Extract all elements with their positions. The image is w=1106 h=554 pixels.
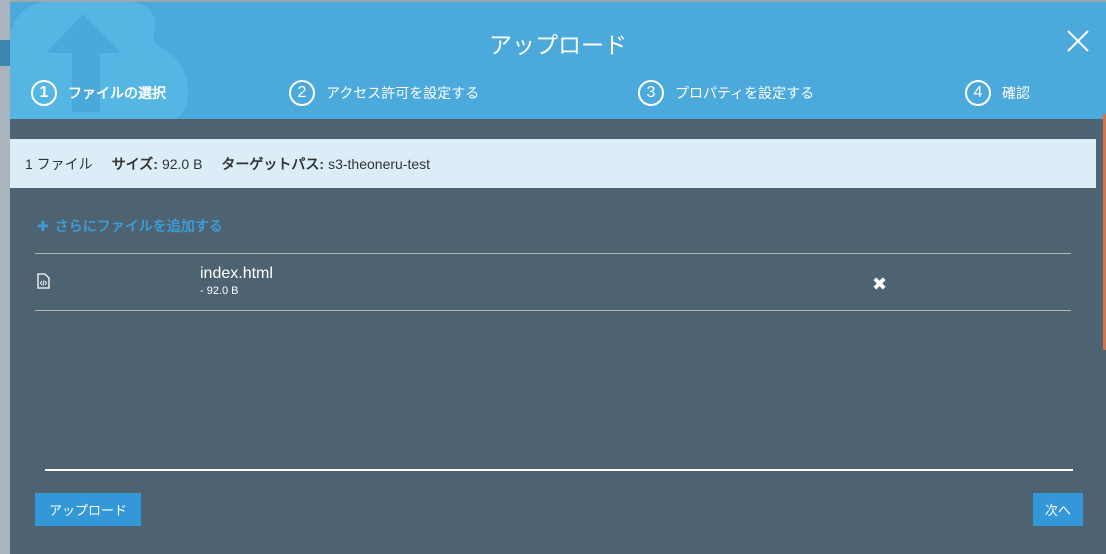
step-number: 2: [289, 80, 315, 106]
upload-modal: アップロード 1 ファイルの選択 2 アクセス許可を設定する 3 プロパティを設定する…: [10, 2, 1106, 554]
step-label: プロパティを設定する: [675, 85, 815, 101]
size-label: サイズ:: [111, 155, 158, 172]
step-label: ファイルの選択: [68, 85, 166, 101]
step-review: 4 確認: [965, 80, 1030, 106]
background-page: [0, 0, 10, 554]
background-upload-button: [0, 40, 10, 66]
close-icon[interactable]: [1066, 29, 1090, 53]
step-permissions: 2 アクセス許可を設定する: [289, 80, 479, 106]
file-count: 1 ファイル: [25, 155, 93, 172]
step-select-files: 1 ファイルの選択: [31, 80, 166, 106]
step-properties: 3 プロパティを設定する: [638, 80, 814, 106]
file-code-icon: [37, 273, 50, 289]
upload-summary: 1 ファイル サイズ: 92.0 B ターゲットパス: s3-theoneru-te…: [10, 139, 1096, 188]
divider: [35, 253, 1071, 254]
footer-divider: [45, 469, 1073, 471]
add-more-files-link[interactable]: ✚ さらにファイルを追加する: [37, 216, 223, 236]
step-label: 確認: [1002, 85, 1030, 101]
total-size: 92.0 B: [161, 155, 203, 172]
step-number: 1: [31, 80, 57, 106]
remove-file-icon[interactable]: ✖: [872, 274, 887, 295]
file-size: - 92.0 B: [200, 285, 239, 297]
divider: [35, 310, 1071, 311]
step-label: アクセス許可を設定する: [326, 85, 480, 101]
add-files-label: さらにファイルを追加する: [54, 218, 223, 234]
step-number: 3: [638, 80, 664, 106]
target-path-label: ターゲットパス:: [221, 155, 325, 172]
step-number: 4: [965, 80, 991, 106]
modal-header: アップロード 1 ファイルの選択 2 アクセス許可を設定する 3 プロパティを設定する…: [10, 2, 1106, 119]
target-path: s3-theoneru-test: [328, 155, 431, 172]
next-button[interactable]: 次へ: [1033, 493, 1083, 526]
file-name: index.html: [200, 265, 273, 282]
upload-button[interactable]: アップロード: [35, 493, 141, 526]
plus-icon: ✚: [37, 218, 49, 234]
modal-title: アップロード: [489, 32, 627, 58]
